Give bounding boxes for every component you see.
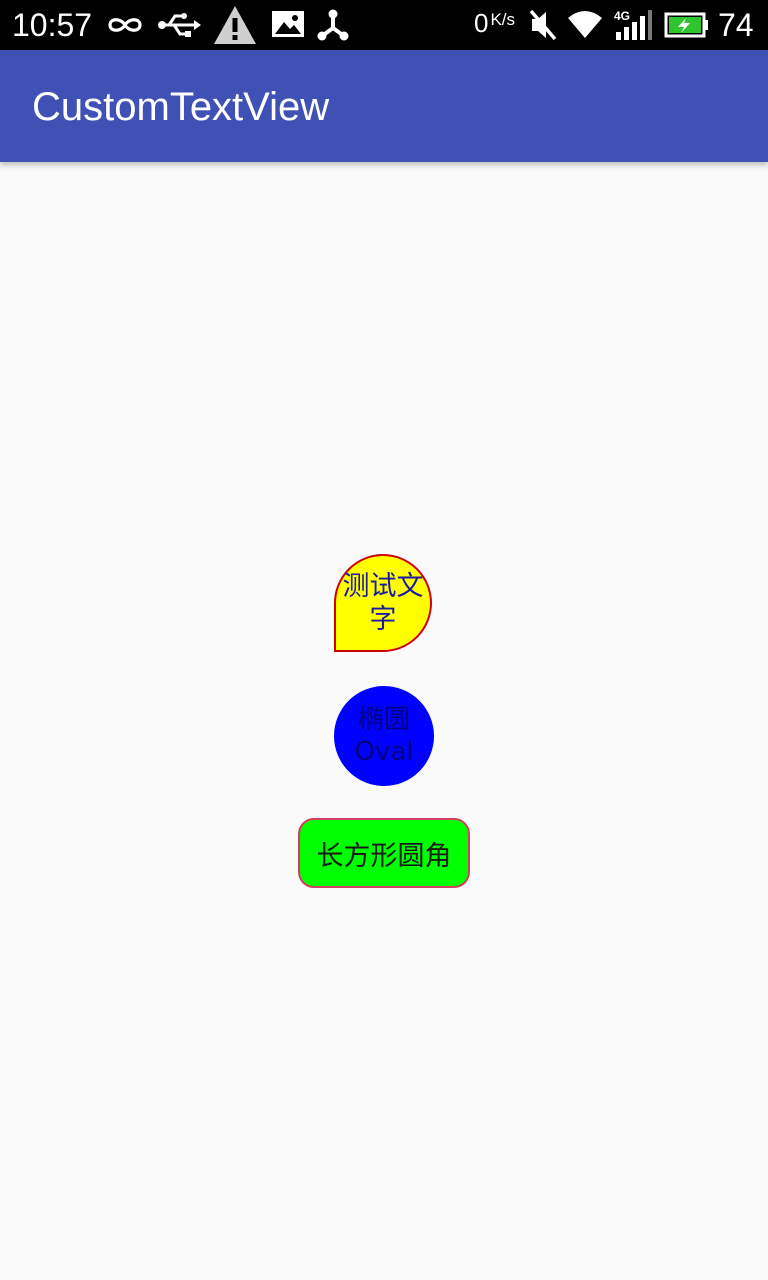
rounded-rect-textview: 长方形圆角 <box>298 818 470 888</box>
status-bar: 10:57 0 K/s 4G 74 <box>0 0 768 50</box>
oval-text-line1: 椭圆 <box>357 705 410 735</box>
status-time: 10:57 <box>12 7 93 43</box>
infinity-icon <box>108 18 142 32</box>
rounded-rect-text: 长方形圆角 <box>316 840 452 872</box>
usb-icon <box>158 13 201 37</box>
net-speed: 0 K/s <box>474 8 515 39</box>
app-bar: CustomTextView <box>0 50 768 162</box>
net-speed-value: 0 <box>474 8 489 38</box>
image-icon <box>272 11 304 37</box>
content-area: 测试文字 椭圆 Oval 长方形圆角 <box>0 162 768 1280</box>
battery-percent: 74 <box>718 7 754 43</box>
app-title: CustomTextView <box>32 85 330 129</box>
oval-text-line2: Oval <box>354 737 414 767</box>
signal-type-label: 4G <box>614 9 630 23</box>
net-speed-unit: K/s <box>490 10 516 29</box>
cell-signal-icon: 4G <box>614 9 652 40</box>
warning-icon <box>214 6 256 44</box>
drop-shape-textview: 测试文字 <box>334 554 432 652</box>
oval-textview: 椭圆 Oval <box>334 686 434 786</box>
mute-icon <box>529 9 557 41</box>
share-icon <box>317 9 349 41</box>
wifi-icon <box>568 11 602 38</box>
drop-shape-text: 测试文字 <box>342 571 424 635</box>
battery-charging-icon <box>664 12 708 38</box>
